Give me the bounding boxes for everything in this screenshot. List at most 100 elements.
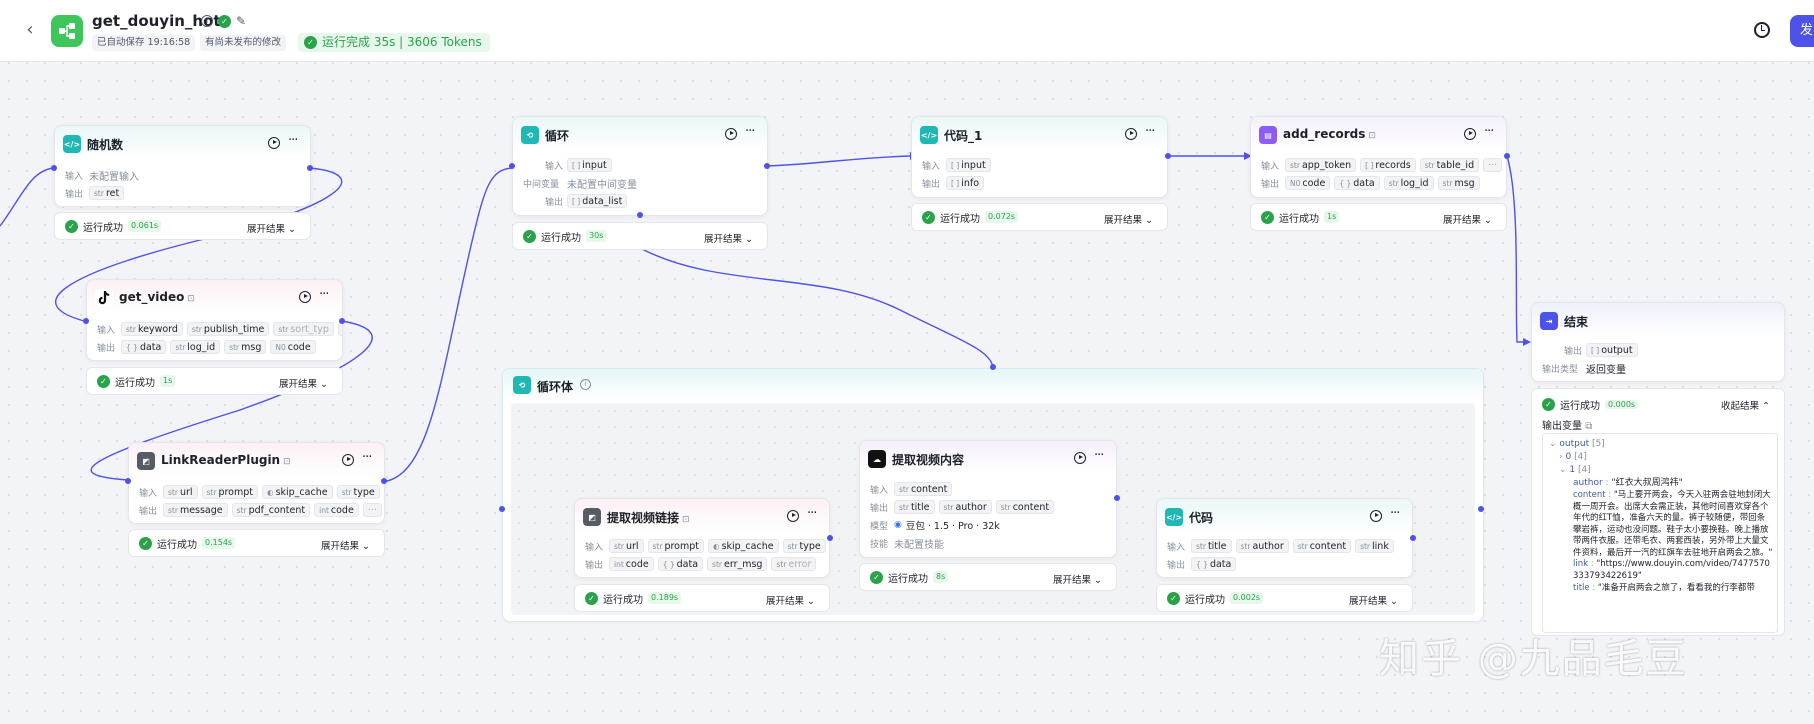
play-icon[interactable] bbox=[1464, 128, 1476, 140]
node-title: 代码_1 bbox=[944, 129, 983, 143]
more-icon[interactable]: ··· bbox=[807, 506, 817, 521]
node-extract-content[interactable]: ☁ 提取视频内容 ··· 输入 str content 输出 str title st… bbox=[859, 440, 1117, 558]
node-title: get_video ⊡ bbox=[119, 290, 195, 304]
autosave-badge: 已自动保存 19:16:58 bbox=[92, 35, 196, 51]
node-title: 循环 bbox=[545, 129, 570, 143]
more-icon[interactable]: ··· bbox=[745, 124, 755, 139]
input-port[interactable] bbox=[83, 318, 89, 324]
run-result-bar[interactable]: ✓ 运行成功 0.002s 展开结果 ⌄ bbox=[1156, 584, 1413, 612]
llm-icon: ☁ bbox=[868, 450, 886, 468]
node-get-video[interactable]: get_video ⊡ ··· 输入 str keyword str publish_… bbox=[86, 279, 343, 361]
node-code[interactable]: </> 代码 ··· 输入 str title str author str cont… bbox=[1156, 498, 1413, 578]
node-title: 随机数 bbox=[87, 138, 124, 152]
play-icon[interactable] bbox=[787, 510, 799, 522]
editor-header: ‹ get_douyin_hot i ✓ ✎ 已自动保存 19:16:58 有尚… bbox=[0, 0, 1814, 62]
node-random[interactable]: </> 随机数 ··· 输入 未配置输入 输出 str ret bbox=[54, 125, 311, 207]
expand-results-button[interactable]: 展开结果 ⌄ bbox=[321, 538, 370, 552]
unpublished-badge: 有尚未发布的修改 bbox=[200, 35, 287, 51]
play-icon[interactable] bbox=[1125, 128, 1137, 140]
more-icon[interactable]: ··· bbox=[319, 287, 329, 302]
expand-results-button[interactable]: 展开结果 ⌄ bbox=[766, 593, 815, 607]
loop-icon: ⟲ bbox=[513, 376, 531, 394]
play-icon[interactable] bbox=[299, 291, 311, 303]
input-port[interactable] bbox=[125, 478, 131, 484]
run-result-bar[interactable]: ✓ 运行成功 0.189s 展开结果 ⌄ bbox=[574, 584, 830, 612]
run-result-bar[interactable]: ✓ 运行成功 0.061s 展开结果 ⌄ bbox=[54, 212, 311, 240]
loop-body-top-port[interactable] bbox=[990, 364, 996, 370]
code-icon: </> bbox=[920, 126, 938, 144]
more-icon[interactable]: ··· bbox=[1390, 506, 1400, 521]
output-port[interactable] bbox=[764, 163, 770, 169]
output-port[interactable] bbox=[1114, 495, 1120, 501]
node-loop[interactable]: ⟲ 循环 ··· 输入[ ] input 中间变量 未配置中间变量 输出[ ] dat… bbox=[512, 116, 768, 216]
more-icon[interactable]: ··· bbox=[362, 450, 372, 465]
plugin-icon: ⊡ bbox=[283, 457, 291, 467]
watermark: 知乎 @九品毛豆 bbox=[1379, 636, 1688, 682]
copy-icon[interactable]: ⧉ bbox=[1585, 421, 1592, 432]
node-add-records[interactable]: ▤ add_records ⊡ ··· 输入 str app_token [ ] re… bbox=[1250, 116, 1507, 198]
run-result-bar[interactable]: ✓ 运行成功 1s 展开结果 ⌄ bbox=[1250, 203, 1507, 231]
history-icon[interactable] bbox=[1754, 22, 1770, 38]
run-result-bar[interactable]: ✓ 运行成功 30s 展开结果 ⌄ bbox=[512, 222, 768, 250]
loop-body-port[interactable] bbox=[637, 212, 643, 218]
expand-results-button[interactable]: 展开结果 ⌄ bbox=[247, 221, 296, 235]
play-icon[interactable] bbox=[342, 454, 354, 466]
play-icon[interactable] bbox=[1370, 510, 1382, 522]
input-port[interactable] bbox=[51, 165, 57, 171]
run-status-text: 运行完成 35s | 3606 Tokens bbox=[322, 35, 482, 49]
info-icon[interactable]: i bbox=[201, 15, 213, 27]
output-port[interactable] bbox=[1504, 153, 1510, 159]
run-result-bar[interactable]: ✓ 运行成功 1s 展开结果 ⌄ bbox=[86, 367, 343, 395]
expand-results-button[interactable]: 展开结果 ⌄ bbox=[1053, 572, 1102, 586]
check-circle-icon: ✓ bbox=[304, 36, 317, 49]
run-result-bar[interactable]: ✓ 运行成功 0.072s 展开结果 ⌄ bbox=[911, 203, 1168, 231]
expand-results-button[interactable]: 展开结果 ⌄ bbox=[704, 231, 753, 245]
plugin-icon: ⊡ bbox=[1368, 131, 1376, 141]
expand-results-button[interactable]: 展开结果 ⌄ bbox=[279, 376, 328, 390]
output-port[interactable] bbox=[827, 535, 833, 541]
chevron-left-icon[interactable]: ‹ bbox=[20, 20, 40, 40]
loop-body-title: 循环体 bbox=[537, 380, 574, 394]
more-icon[interactable]: ··· bbox=[1484, 124, 1494, 139]
input-port[interactable] bbox=[509, 163, 515, 169]
workflow-icon bbox=[51, 15, 83, 47]
more-icon[interactable]: ··· bbox=[1094, 448, 1104, 463]
node-link-reader[interactable]: ◩ LinkReaderPlugin ⊡ ··· 输入 str url str pro… bbox=[128, 442, 385, 524]
output-port[interactable] bbox=[1410, 535, 1416, 541]
run-status-badge[interactable]: ✓ 运行完成 35s | 3606 Tokens bbox=[298, 33, 490, 52]
output-port[interactable] bbox=[307, 165, 313, 171]
publish-button[interactable]: 发 bbox=[1790, 15, 1814, 47]
output-var: str ret bbox=[89, 186, 125, 200]
play-icon[interactable] bbox=[725, 128, 737, 140]
node-title: add_records ⊡ bbox=[1283, 127, 1376, 141]
expand-results-button[interactable]: 展开结果 ⌄ bbox=[1443, 212, 1492, 226]
node-end[interactable]: ⇥ 结束 输出[ ] output 输出类型 返回变量 bbox=[1531, 302, 1785, 382]
run-result-bar[interactable]: ✓ 运行成功 0.154s 展开结果 ⌄ bbox=[128, 529, 385, 557]
expand-results-button[interactable]: 展开结果 ⌄ bbox=[1349, 593, 1398, 607]
output-port[interactable] bbox=[1165, 153, 1171, 159]
node-code-1[interactable]: </> 代码_1 ··· 输入[ ] input 输出[ ] info bbox=[911, 116, 1168, 198]
end-result-panel[interactable]: ✓ 运行成功 0.000s 收起结果 ⌃ 输出变量 ⧉ ⌄ output [5]… bbox=[1531, 388, 1785, 636]
info-icon[interactable]: i bbox=[580, 379, 591, 390]
run-result-bar[interactable]: ✓ 运行成功 8s 展开结果 ⌄ bbox=[859, 563, 1117, 591]
node-title: 代码 bbox=[1189, 511, 1214, 525]
node-title: 提取视频链接 ⊡ bbox=[607, 511, 690, 525]
expand-results-button[interactable]: 展开结果 ⌄ bbox=[1104, 212, 1153, 226]
output-port[interactable] bbox=[339, 318, 345, 324]
code-icon: </> bbox=[63, 135, 81, 153]
output-port[interactable] bbox=[381, 478, 387, 484]
play-icon[interactable] bbox=[268, 137, 280, 149]
play-icon[interactable] bbox=[1074, 452, 1086, 464]
link-reader-icon: ◩ bbox=[137, 452, 155, 470]
loop-icon: ⟲ bbox=[521, 126, 539, 144]
loop-body-output-port[interactable] bbox=[1478, 506, 1484, 512]
loop-body-input-port[interactable] bbox=[499, 506, 505, 512]
edit-icon[interactable]: ✎ bbox=[236, 14, 246, 28]
output-json-viewer[interactable]: ⌄ output [5] › 0 [4] ⌄ 1 [4] author : "红… bbox=[1542, 433, 1778, 633]
node-extract-link[interactable]: ◩ 提取视频链接 ⊡ ··· 输入 str url str prompt ◐ skip_… bbox=[574, 498, 830, 578]
more-icon[interactable]: ··· bbox=[288, 133, 298, 148]
end-icon: ⇥ bbox=[1540, 312, 1558, 330]
collapse-results-button[interactable]: 收起结果 ⌃ bbox=[1721, 398, 1770, 412]
more-icon[interactable]: ··· bbox=[1145, 124, 1155, 139]
plugin-icon: ⊡ bbox=[682, 515, 690, 525]
